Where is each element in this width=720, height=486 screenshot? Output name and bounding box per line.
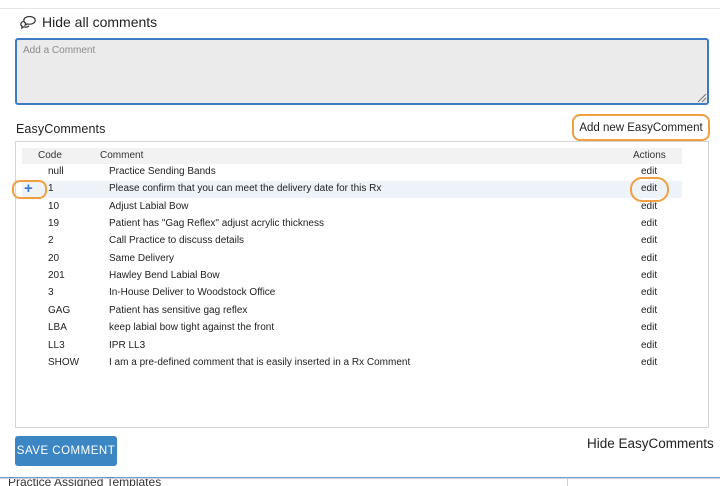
edit-link[interactable]: edit (641, 201, 657, 212)
table-row: 201 Hawley Bend Labial Bow edit (22, 268, 682, 285)
table-row: 3 In-House Deliver to Woodstock Office edi… (22, 285, 682, 302)
row-comment: Same Delivery (109, 252, 175, 264)
table-row: LBA keep labial bow tight against the fro… (22, 320, 682, 337)
table-row: LL3 IPR LL3 edit (22, 338, 682, 355)
row-comment: Hawley Bend Labial Bow (109, 270, 220, 282)
bottom-divider (0, 478, 720, 479)
edit-link[interactable]: edit (641, 357, 657, 368)
edit-link[interactable]: edit (641, 340, 657, 351)
column-header-code: Code (38, 150, 62, 161)
row-comment: I am a pre-defined comment that is easil… (109, 356, 411, 368)
hide-all-comments-link[interactable]: Hide all comments (20, 12, 157, 32)
row-comment: In-House Deliver to Woodstock Office (109, 287, 276, 299)
row-comment: Patient has "Gag Reflex" adjust acrylic … (109, 218, 324, 230)
table-row: 10 Adjust Labial Bow edit (22, 199, 682, 216)
hide-all-comments-label: Hide all comments (42, 14, 158, 30)
edit-link[interactable]: edit (641, 322, 657, 333)
table-row: 2 Call Practice to discuss details edit (22, 233, 682, 250)
row-code: 2 (48, 235, 54, 247)
comment-input[interactable] (15, 38, 709, 105)
row-code: 19 (48, 218, 60, 230)
edit-link[interactable]: edit (641, 166, 657, 177)
column-header-comment: Comment (100, 150, 144, 161)
edit-link[interactable]: edit (641, 218, 657, 229)
plus-icon[interactable]: + (24, 180, 33, 198)
row-comment: Patient has sensitive gag reflex (109, 304, 248, 316)
row-code: 20 (48, 252, 60, 264)
table-row: null Practice Sending Bands edit (22, 164, 682, 181)
column-header-actions: Actions (633, 150, 666, 161)
table-row: GAG Patient has sensitive gag reflex edit (22, 303, 682, 320)
row-code: 1 (48, 183, 54, 195)
easycomments-title: EasyComments (16, 122, 106, 136)
row-code: 10 (48, 200, 60, 212)
edit-link[interactable]: edit (641, 270, 657, 281)
table-row: 20 Same Delivery edit (22, 251, 682, 268)
add-easycomment-button[interactable]: Add new EasyComment (572, 114, 710, 141)
row-comment: Adjust Labial Bow (109, 200, 189, 212)
hide-easycomments-link[interactable]: Hide EasyComments (587, 436, 714, 451)
bottom-column-divider (567, 479, 568, 486)
table-row: 19 Patient has "Gag Reflex" adjust acryli… (22, 216, 682, 233)
row-code: GAG (48, 304, 71, 316)
row-code: 3 (48, 287, 54, 299)
row-code: 201 (48, 270, 65, 282)
row-code: null (48, 166, 64, 177)
row-comment: Please confirm that you can meet the del… (109, 183, 382, 195)
edit-link[interactable]: edit (641, 253, 657, 264)
row-code: SHOW (48, 356, 80, 368)
comments-icon (20, 15, 36, 29)
row-comment: Call Practice to discuss details (109, 235, 245, 247)
edit-highlight-ring (630, 177, 669, 202)
edit-link[interactable]: edit (641, 235, 657, 246)
table-row: SHOW I am a pre-defined comment that is e… (22, 355, 682, 372)
row-comment: IPR LL3 (109, 339, 146, 351)
edit-link[interactable]: edit (641, 287, 657, 298)
top-divider (0, 8, 720, 9)
edit-link[interactable]: edit (641, 305, 657, 316)
row-code: LL3 (48, 339, 65, 351)
table-row: 1 Please confirm that you can meet the de… (22, 181, 682, 199)
row-comment: Practice Sending Bands (109, 166, 216, 177)
save-comment-button[interactable]: SAVE COMMENT (15, 436, 117, 466)
row-comment: keep labial bow tight against the front (109, 322, 275, 334)
row-code: LBA (48, 322, 67, 334)
